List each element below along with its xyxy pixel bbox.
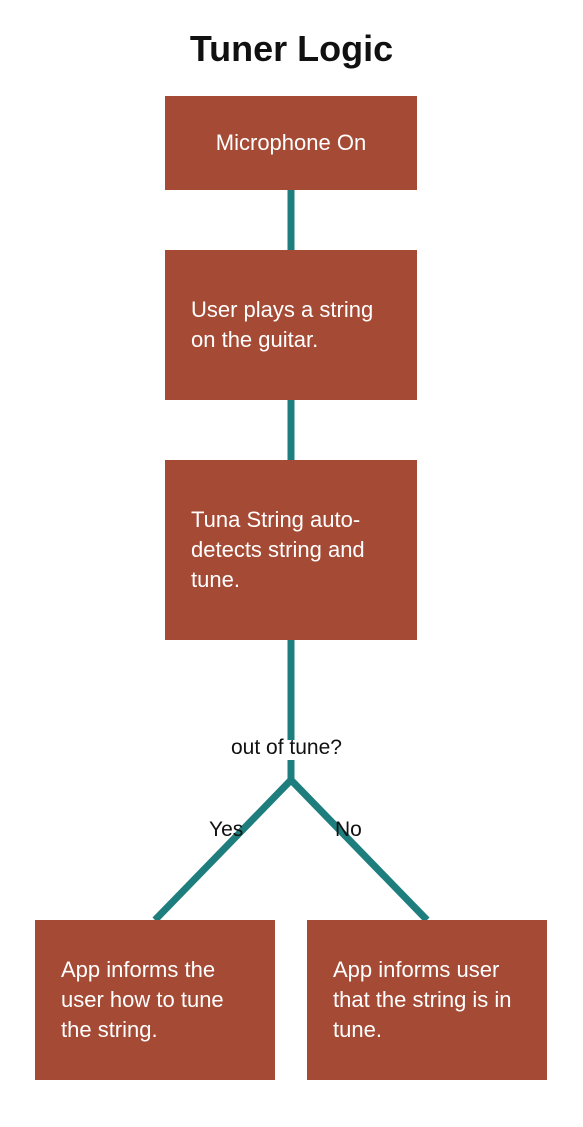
branch-label-no: No (335, 818, 362, 842)
node-auto-detect: Tuna String auto-detects string and tune… (165, 460, 417, 640)
node-outcome-yes: App informs the user how to tune the str… (35, 920, 275, 1080)
branch-label-yes: Yes (209, 818, 243, 842)
node-outcome-no: App informs user that the string is in t… (307, 920, 547, 1080)
node-label: User plays a string on the guitar. (165, 275, 417, 374)
node-label: Microphone On (165, 108, 417, 178)
node-label: App informs the user how to tune the str… (35, 935, 275, 1064)
diagram-title: Tuner Logic (0, 28, 583, 70)
node-label: App informs user that the string is in t… (307, 935, 547, 1064)
decision-question: out of tune? (231, 736, 342, 760)
node-user-plays: User plays a string on the guitar. (165, 250, 417, 400)
node-label: Tuna String auto-detects string and tune… (165, 485, 417, 614)
node-microphone-on: Microphone On (165, 96, 417, 190)
